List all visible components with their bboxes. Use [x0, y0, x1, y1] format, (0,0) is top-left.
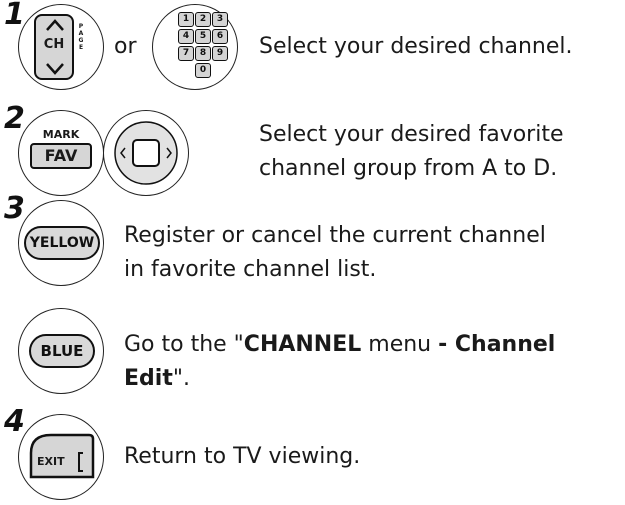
number-keypad-circle: 1 2 3 4 5 6 7 8 9 0 [152, 4, 238, 90]
step-3-line-2: in favorite channel list. [124, 257, 377, 282]
step-4-text: Return to TV viewing. [124, 444, 361, 469]
keypad-key-4[interactable]: 4 [178, 29, 194, 44]
keypad-key-5[interactable]: 5 [195, 29, 211, 44]
blue-step-line-2: Edit". [124, 362, 555, 396]
step-number-4: 4 [4, 404, 25, 439]
chevron-down-icon [46, 63, 64, 75]
mark-label: MARK [42, 128, 80, 141]
step-3-line-1: Register or cancel the current channel [124, 223, 546, 248]
keypad-key-6[interactable]: 6 [212, 29, 228, 44]
chevron-up-icon [46, 19, 64, 31]
blue-step-post: ". [172, 366, 190, 391]
keypad-key-2[interactable]: 2 [195, 12, 211, 27]
channel-button-circle: CH PAGE [18, 4, 104, 90]
blue-step-text: Go to the "CHANNEL menu - Channel Edit". [124, 328, 555, 396]
step-1-text: Select your desired channel. [259, 34, 573, 59]
step-number-3: 3 [4, 191, 25, 226]
channel-menu-name: CHANNEL [243, 332, 362, 357]
channel-edit-suffix: Edit [124, 366, 173, 391]
navigation-pad-icon[interactable] [113, 120, 179, 186]
keypad-key-1[interactable]: 1 [178, 12, 194, 27]
step-2-line-2: channel group from A to D. [259, 156, 558, 181]
blue-step-mid: menu [361, 332, 439, 357]
blue-step-line-1: Go to the "CHANNEL menu - Channel [124, 328, 555, 362]
fav-button[interactable]: FAV [30, 143, 92, 169]
keypad-key-8[interactable]: 8 [195, 46, 211, 61]
step-3-text: Register or cancel the current channel i… [124, 219, 546, 287]
channel-label: CH [43, 37, 65, 52]
keypad-key-9[interactable]: 9 [212, 46, 228, 61]
keypad-key-3[interactable]: 3 [212, 12, 228, 27]
keypad-key-0[interactable]: 0 [195, 63, 211, 78]
step-number-1: 1 [4, 0, 25, 32]
channel-edit-prefix: - Channel [438, 332, 556, 357]
blue-button-circle: BLUE [18, 308, 104, 394]
or-connector: or [114, 34, 137, 59]
step-2-line-1: Select your desired favorite [259, 122, 564, 147]
channel-rocker-button[interactable]: CH [34, 14, 74, 80]
step-2-text: Select your desired favorite channel gro… [259, 118, 563, 186]
mark-fav-button-circle: MARK FAV [18, 110, 104, 196]
blue-button[interactable]: BLUE [29, 334, 95, 368]
exit-button-circle: EXIT [18, 414, 104, 500]
blue-step-pre: Go to the " [124, 332, 244, 357]
navigation-pad-circle [103, 110, 189, 196]
yellow-button[interactable]: YELLOW [24, 226, 100, 260]
yellow-button-circle: YELLOW [18, 200, 104, 286]
page-label: PAGE [78, 23, 84, 51]
keypad-key-7[interactable]: 7 [178, 46, 194, 61]
exit-label: EXIT [37, 455, 65, 468]
